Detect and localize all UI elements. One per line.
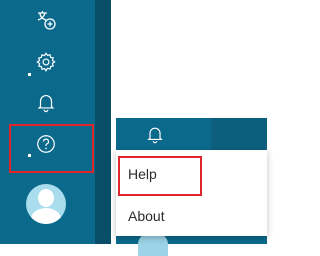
expand-caret: [28, 73, 31, 76]
avatar-head: [38, 189, 54, 207]
bell-icon: [147, 127, 163, 144]
help-highlight-box: [9, 124, 94, 173]
menu-item-about[interactable]: About: [116, 196, 267, 236]
notifications-button[interactable]: [143, 120, 167, 148]
avatar-body: [31, 208, 61, 224]
bell-icon: [37, 95, 55, 113]
translate-icon: [37, 11, 56, 30]
rail-shadow-panel: [95, 0, 111, 244]
settings-button[interactable]: [28, 46, 64, 78]
help-item-highlight-box: [118, 156, 202, 196]
translate-button[interactable]: [28, 4, 64, 36]
notifications-button[interactable]: [28, 86, 64, 118]
panel-right-shade: [211, 118, 267, 150]
gear-icon: [36, 52, 56, 72]
user-avatar-icon[interactable]: [26, 184, 66, 224]
